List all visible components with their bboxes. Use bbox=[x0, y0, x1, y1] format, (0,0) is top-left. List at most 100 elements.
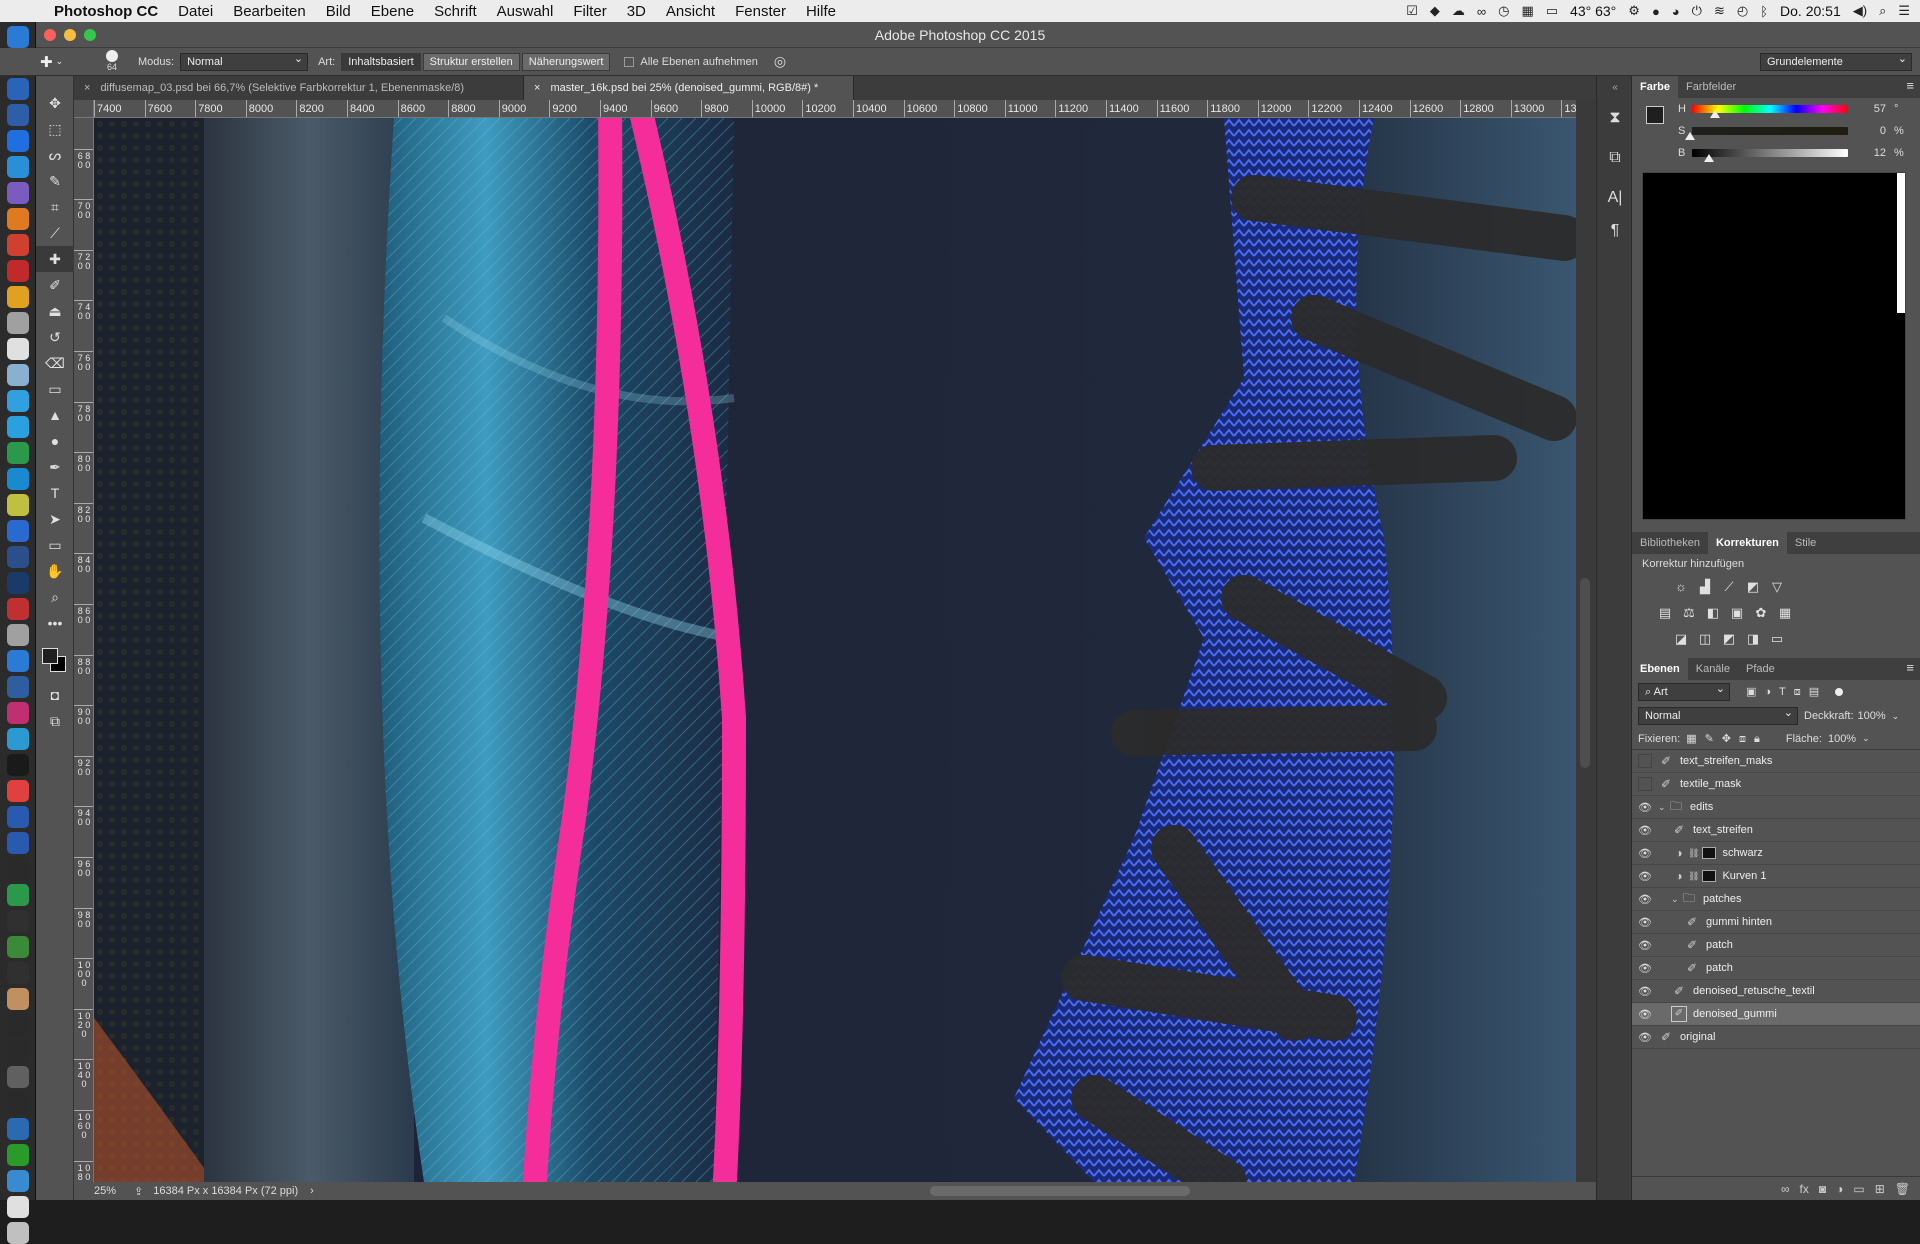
black-white-icon[interactable]: ◧ bbox=[1704, 605, 1722, 621]
menubar-clock[interactable]: Do. 20:51 bbox=[1780, 3, 1841, 19]
dock-app-icon[interactable] bbox=[7, 208, 29, 230]
eye-icon[interactable]: 👁︎ bbox=[1632, 824, 1658, 837]
dock-app-icon[interactable] bbox=[7, 1014, 29, 1036]
layer-row[interactable]: 👁︎ ◑ ⛓ schwarz bbox=[1632, 842, 1920, 865]
menu-filter[interactable]: Filter bbox=[563, 3, 616, 20]
layer-row[interactable]: 👁︎ ✐ gummi hinten bbox=[1632, 911, 1920, 934]
pressure-size-icon[interactable]: ◎ bbox=[774, 53, 786, 70]
dodge-tool-icon[interactable]: ● bbox=[36, 428, 74, 454]
dock-app-icon[interactable] bbox=[7, 364, 29, 386]
mode-select[interactable]: Normal bbox=[180, 51, 309, 71]
checkbox-status-icon[interactable]: ☑ bbox=[1406, 3, 1418, 19]
hue-saturation-icon[interactable]: ▤ bbox=[1656, 605, 1674, 621]
eye-icon[interactable]: 👁︎ bbox=[1638, 777, 1652, 791]
chevron-down-icon[interactable]: ⌄ bbox=[1862, 733, 1870, 744]
vertical-scroll-thumb[interactable] bbox=[1580, 578, 1590, 768]
layer-row[interactable]: 👁︎ ✐ patch bbox=[1632, 957, 1920, 980]
opacity-value[interactable]: 100% bbox=[1858, 710, 1886, 722]
screen-icon[interactable]: ▭ bbox=[1546, 3, 1558, 19]
eye-icon[interactable]: 👁︎ bbox=[1632, 1031, 1658, 1044]
quick-mask-icon[interactable]: ◘ bbox=[36, 682, 74, 708]
dock-app-icon[interactable] bbox=[7, 156, 29, 178]
chain-icon[interactable]: ⛓ bbox=[1688, 871, 1699, 882]
menu-auswahl[interactable]: Auswahl bbox=[487, 3, 564, 20]
dock-app-icon[interactable] bbox=[7, 1040, 29, 1062]
exposure-icon[interactable]: ◩ bbox=[1744, 579, 1762, 595]
tab-layers[interactable]: Ebenen bbox=[1632, 658, 1688, 680]
eye-icon[interactable]: 👁︎ bbox=[1632, 870, 1658, 883]
brightness-slider-knob[interactable] bbox=[1703, 154, 1714, 162]
volume-icon[interactable]: ◀) bbox=[1853, 3, 1867, 19]
dock-app-icon[interactable] bbox=[7, 832, 29, 854]
layer-row[interactable]: 👁︎ ✐ textile_mask bbox=[1632, 773, 1920, 796]
rectangle-tool-icon[interactable]: ▭ bbox=[36, 532, 74, 558]
tab-swatches[interactable]: Farbfelder bbox=[1678, 76, 1744, 98]
dock-app-icon[interactable] bbox=[7, 624, 29, 646]
layer-row[interactable]: 👁︎ ✐ original bbox=[1632, 1026, 1920, 1049]
dock-app-icon[interactable] bbox=[7, 1092, 29, 1114]
menu-fenster[interactable]: Fenster bbox=[725, 3, 796, 20]
lasso-tool-icon[interactable]: ᔕ bbox=[36, 142, 74, 168]
weather-temperature[interactable]: 43° 63° bbox=[1570, 3, 1616, 19]
cloud-icon[interactable]: ☁ bbox=[1452, 3, 1465, 19]
dock-app-icon[interactable] bbox=[7, 858, 29, 880]
saturation-value[interactable]: 0 bbox=[1856, 125, 1886, 137]
list-icon[interactable]: ☰ bbox=[1898, 3, 1910, 19]
dock-app-icon[interactable] bbox=[7, 338, 29, 360]
hue-slider-knob[interactable] bbox=[1709, 110, 1720, 118]
close-tab-icon[interactable]: × bbox=[84, 82, 90, 94]
saturation-slider[interactable] bbox=[1692, 127, 1848, 135]
layer-mask-thumbnail[interactable] bbox=[1702, 870, 1717, 882]
proximity-match-button[interactable]: Näherungswert bbox=[521, 52, 611, 71]
eye-icon[interactable]: 👁︎ bbox=[1632, 1008, 1658, 1021]
dock-app-icon[interactable] bbox=[7, 936, 29, 958]
dock-app-icon[interactable] bbox=[7, 1066, 29, 1088]
dock-app-icon[interactable] bbox=[7, 416, 29, 438]
close-window-button[interactable] bbox=[44, 29, 56, 41]
minimize-window-button[interactable] bbox=[64, 29, 76, 41]
pen-tool-icon[interactable]: ✒ bbox=[36, 454, 74, 480]
eraser-tool-icon[interactable]: ⌫ bbox=[36, 350, 74, 376]
filter-toggle-icon[interactable] bbox=[1835, 688, 1844, 696]
grid-status-icon[interactable]: ▦ bbox=[1521, 3, 1533, 19]
dock-app-icon[interactable] bbox=[7, 780, 29, 802]
hand-tool-icon[interactable]: ✋ bbox=[36, 558, 74, 584]
eye-icon[interactable]: 👁︎ bbox=[1638, 754, 1652, 768]
dock-app-icon[interactable] bbox=[7, 988, 29, 1010]
zoom-tool-icon[interactable]: ⌕ bbox=[36, 584, 74, 610]
dock-app-icon[interactable] bbox=[7, 104, 29, 126]
path-select-tool-icon[interactable]: ➤ bbox=[36, 506, 74, 532]
menu-bild[interactable]: Bild bbox=[316, 3, 361, 20]
color-spectrum-ramp[interactable] bbox=[1642, 172, 1906, 520]
creative-cloud-icon[interactable]: ∞ bbox=[1477, 4, 1486, 19]
new-layer-icon[interactable]: ⊞ bbox=[1875, 1182, 1885, 1196]
move-tool-icon[interactable]: ✥ bbox=[36, 90, 74, 116]
dock-app-icon[interactable] bbox=[7, 130, 29, 152]
tab-libraries[interactable]: Bibliotheken bbox=[1632, 532, 1708, 554]
foreground-color-icon[interactable] bbox=[42, 648, 58, 664]
layer-row[interactable]: 👁︎ ✐ denoised_gummi bbox=[1632, 1003, 1920, 1026]
create-texture-button[interactable]: Struktur erstellen bbox=[422, 52, 520, 71]
character-icon[interactable]: A| bbox=[1597, 178, 1633, 218]
layer-row[interactable]: 👁︎ ✐ patch bbox=[1632, 934, 1920, 957]
workspace-select[interactable]: Grundelemente bbox=[1760, 51, 1912, 71]
dock-app-icon[interactable] bbox=[7, 728, 29, 750]
add-mask-icon[interactable]: ◙ bbox=[1819, 1182, 1826, 1196]
saturation-slider-knob[interactable] bbox=[1685, 132, 1695, 140]
paragraph-icon[interactable]: ¶ bbox=[1597, 218, 1633, 244]
chevron-right-icon[interactable]: › bbox=[310, 1185, 314, 1197]
dock-app-icon[interactable] bbox=[7, 1196, 29, 1218]
new-adjustment-icon[interactable]: ◑ bbox=[1836, 1182, 1843, 1196]
dock-app-icon[interactable] bbox=[7, 702, 29, 724]
tab-diffusemap[interactable]: × diffusemap_03.psd bei 66,7% (Selektive… bbox=[74, 76, 524, 100]
layer-row[interactable]: 👁︎ ✐ text_streifen bbox=[1632, 819, 1920, 842]
gear-icon[interactable]: ⚙ bbox=[1628, 3, 1640, 19]
zoom-level[interactable]: 25% bbox=[74, 1185, 124, 1197]
dock-app-icon[interactable] bbox=[7, 676, 29, 698]
healing-brush-tool-icon[interactable]: ✚ bbox=[36, 246, 74, 272]
menu-ansicht[interactable]: Ansicht bbox=[656, 3, 725, 20]
dock-app-icon[interactable] bbox=[7, 234, 29, 256]
eye-icon[interactable]: 👁︎ bbox=[1632, 893, 1658, 906]
power-icon[interactable]: ⏻ bbox=[1692, 3, 1702, 19]
dock-app-icon[interactable] bbox=[7, 260, 29, 282]
